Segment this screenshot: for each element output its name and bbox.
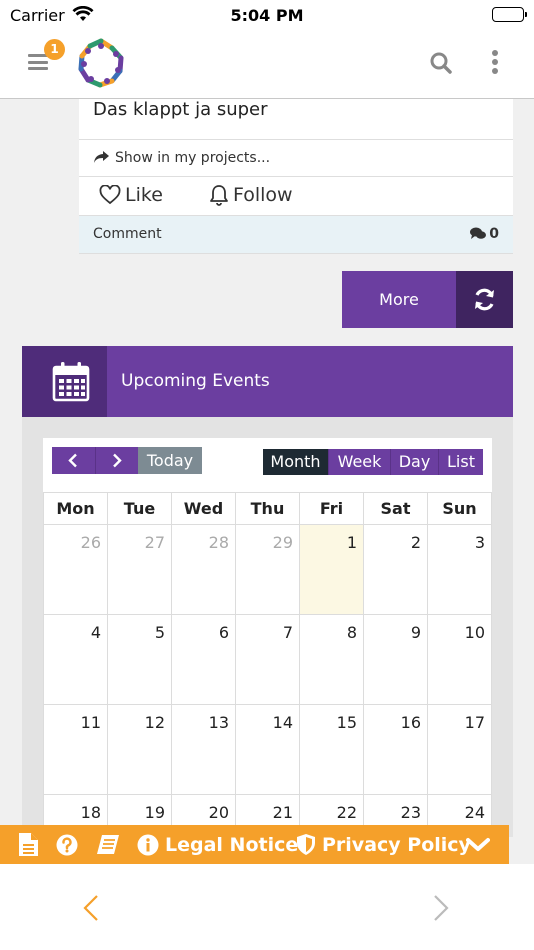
weekday-header: Fri	[299, 492, 364, 525]
day-cell[interactable]: 28	[171, 524, 236, 615]
browser-navigation	[0, 864, 534, 950]
day-cell[interactable]: 10	[427, 614, 492, 705]
day-cell[interactable]: 8	[299, 614, 364, 705]
day-cell[interactable]: 7	[235, 614, 300, 705]
day-cell[interactable]: 12	[107, 704, 172, 795]
day-cell[interactable]: 27	[107, 524, 172, 615]
day-cell-today[interactable]: 1	[299, 524, 364, 615]
like-label: Like	[125, 184, 163, 206]
day-cell[interactable]: 2	[363, 524, 428, 615]
day-cell[interactable]: 29	[235, 524, 300, 615]
calendar-week-row: 26 27 28 29 1 2 3	[43, 524, 492, 615]
upcoming-events-header: Upcoming Events	[22, 346, 513, 417]
next-month-button[interactable]	[95, 447, 138, 474]
day-cell[interactable]: 14	[235, 704, 300, 795]
privacy-policy-link[interactable]: Privacy Policy	[296, 825, 471, 864]
post-text: Das klappt ja super	[93, 99, 268, 120]
logo[interactable]	[74, 36, 128, 90]
day-cell[interactable]: 4	[43, 614, 108, 705]
back-button[interactable]	[82, 894, 100, 926]
comment-count: 0	[470, 226, 499, 242]
follow-button[interactable]: Follow	[209, 184, 293, 206]
day-cell[interactable]: 9	[363, 614, 428, 705]
chevron-down-icon[interactable]	[466, 825, 490, 864]
weekday-header: Sun	[427, 492, 492, 525]
info-icon	[137, 834, 159, 855]
book-icon[interactable]	[95, 825, 120, 864]
share-label: Show in my projects...	[115, 150, 271, 166]
help-icon[interactable]	[56, 825, 78, 864]
weekday-header: Sat	[363, 492, 428, 525]
day-cell[interactable]: 15	[299, 704, 364, 795]
status-bar: Carrier 5:04 PM	[0, 0, 534, 30]
share-icon	[94, 151, 109, 163]
share-to-projects[interactable]: Show in my projects...	[79, 139, 513, 176]
comment-row[interactable]: Comment 0	[79, 215, 513, 254]
day-cell[interactable]: 26	[43, 524, 108, 615]
clock: 5:04 PM	[230, 6, 304, 25]
upcoming-events-title: Upcoming Events	[121, 371, 270, 391]
more-options-icon[interactable]	[488, 50, 502, 76]
follow-label: Follow	[233, 184, 293, 206]
day-cell[interactable]: 13	[171, 704, 236, 795]
menu-icon[interactable]	[28, 54, 48, 70]
document-icon[interactable]	[18, 825, 39, 864]
day-cell[interactable]: 3	[427, 524, 492, 615]
day-cell[interactable]: 5	[107, 614, 172, 705]
day-cell[interactable]: 11	[43, 704, 108, 795]
events-panel: Today Month Week Day List Mon Tue Wed Th…	[22, 417, 513, 885]
more-label: More	[379, 290, 419, 309]
view-month-button[interactable]: Month	[263, 449, 328, 475]
weekday-header: Mon	[43, 492, 108, 525]
weekday-header: Thu	[235, 492, 300, 525]
footer-bar: Legal Notice Privacy Policy	[0, 825, 509, 864]
calendar: Today Month Week Day List Mon Tue Wed Th…	[43, 438, 492, 885]
battery-icon	[492, 7, 527, 22]
app-header: 1	[0, 30, 534, 99]
chevron-right-icon	[113, 453, 122, 468]
view-list-button[interactable]: List	[438, 449, 483, 475]
day-cell[interactable]: 6	[171, 614, 236, 705]
calendar-toolbar: Today Month Week Day List	[52, 447, 483, 475]
bell-icon	[210, 185, 228, 206]
notification-badge: 1	[44, 39, 65, 60]
comment-count-value: 0	[489, 226, 499, 242]
forward-button[interactable]	[432, 894, 450, 926]
prev-month-button[interactable]	[52, 447, 95, 474]
calendar-week-row: 11 12 13 14 15 16 17	[43, 704, 492, 795]
day-cell[interactable]: 17	[427, 704, 492, 795]
search-icon[interactable]	[429, 51, 453, 75]
more-button[interactable]: More	[342, 271, 513, 328]
comment-label: Comment	[93, 226, 162, 242]
privacy-policy-label: Privacy Policy	[322, 833, 471, 856]
post-card: Das klappt ja super Show in my projects.…	[79, 99, 513, 254]
view-day-button[interactable]: Day	[390, 449, 438, 475]
today-button[interactable]: Today	[138, 447, 202, 474]
comments-icon	[470, 227, 487, 239]
calendar-icon	[22, 346, 107, 417]
like-button[interactable]: Like	[99, 184, 163, 206]
weekday-header: Tue	[107, 492, 172, 525]
weekday-header: Wed	[171, 492, 236, 525]
weekday-header-row: Mon Tue Wed Thu Fri Sat Sun	[43, 492, 492, 525]
calendar-week-row: 4 5 6 7 8 9 10	[43, 614, 492, 705]
chevron-left-icon	[68, 453, 77, 468]
refresh-icon	[456, 271, 513, 328]
day-cell[interactable]: 16	[363, 704, 428, 795]
post-actions: Like Follow	[79, 176, 513, 215]
legal-notice-link[interactable]: Legal Notice	[137, 825, 298, 864]
chevron-left-icon	[83, 895, 98, 921]
legal-notice-label: Legal Notice	[165, 833, 299, 856]
heart-icon	[99, 185, 121, 205]
view-week-button[interactable]: Week	[328, 449, 390, 475]
chevron-right-icon	[434, 895, 449, 921]
shield-icon	[297, 834, 315, 855]
